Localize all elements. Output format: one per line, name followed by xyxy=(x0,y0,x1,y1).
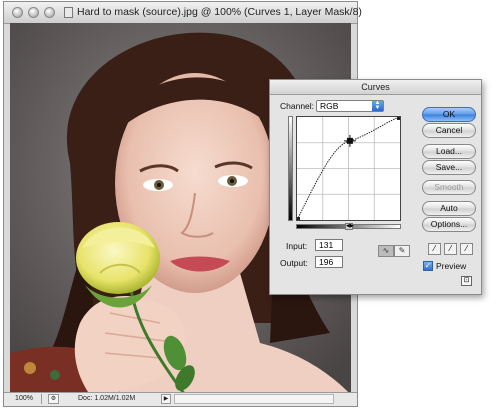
black-eyedropper-icon[interactable]: ⁄ xyxy=(428,243,441,255)
channel-value: RGB xyxy=(320,101,339,111)
document-icon xyxy=(64,7,73,18)
load-button[interactable]: Load... xyxy=(422,144,476,159)
curves-dialog: Curves Channel: RGB ▲ ▼ ◀▶ Input: 131 Ou… xyxy=(269,79,482,295)
curve-tool-icon[interactable]: ∿ xyxy=(378,245,394,257)
output-field[interactable]: 196 xyxy=(315,256,343,268)
status-arrow-icon[interactable]: ▶ xyxy=(161,394,171,404)
document-title: Hard to mask (source).jpg @ 100% (Curves… xyxy=(77,6,362,18)
white-eyedropper-icon[interactable]: ⁄ xyxy=(460,243,473,255)
gradient-toggle-icon[interactable]: ◀▶ xyxy=(345,223,354,230)
gray-eyedropper-icon[interactable]: ⁄ xyxy=(444,243,457,255)
document-titlebar[interactable]: Hard to mask (source).jpg @ 100% (Curves… xyxy=(4,2,362,24)
curve-endpoint-black[interactable] xyxy=(297,217,300,220)
document-size-info: Doc: 1.02M/1.02M xyxy=(78,395,136,402)
select-arrows-icon: ▲ ▼ xyxy=(372,100,383,111)
zoom-window-button[interactable] xyxy=(44,7,55,18)
smooth-button[interactable]: Smooth xyxy=(422,180,476,195)
options-button[interactable]: Options... xyxy=(422,217,476,232)
curves-titlebar[interactable]: Curves xyxy=(270,80,481,95)
horizontal-scrollbar[interactable] xyxy=(174,394,334,404)
preview-checkbox[interactable]: ✓ xyxy=(423,261,433,271)
expand-dialog-icon[interactable]: ⊡ xyxy=(461,276,472,286)
auto-button[interactable]: Auto xyxy=(422,201,476,216)
minimize-window-button[interactable] xyxy=(28,7,39,18)
save-button[interactable]: Save... xyxy=(422,160,476,175)
zoom-level-field[interactable]: 100% xyxy=(7,394,42,404)
channel-select[interactable]: RGB ▲ ▼ xyxy=(316,100,384,112)
document-status-bar: 100% ⚙ Doc: 1.02M/1.02M ▶ xyxy=(4,392,357,406)
status-menu-icon[interactable]: ⚙ xyxy=(48,394,59,404)
output-gradient-bar xyxy=(288,116,293,221)
input-field[interactable]: 131 xyxy=(315,239,343,251)
close-window-button[interactable] xyxy=(12,7,23,18)
curve-endpoint-white[interactable] xyxy=(397,117,400,120)
curve-control-point[interactable] xyxy=(343,134,356,147)
curve-plot[interactable] xyxy=(296,116,401,221)
output-label: Output: xyxy=(280,258,308,268)
cancel-button[interactable]: Cancel xyxy=(422,123,476,138)
preview-label: Preview xyxy=(436,261,467,271)
pencil-tool-icon[interactable]: ✎ xyxy=(394,245,410,257)
input-label: Input: xyxy=(286,241,308,251)
ok-button[interactable]: OK xyxy=(422,107,476,122)
curves-graph[interactable] xyxy=(296,116,401,221)
channel-label: Channel: xyxy=(280,101,315,111)
